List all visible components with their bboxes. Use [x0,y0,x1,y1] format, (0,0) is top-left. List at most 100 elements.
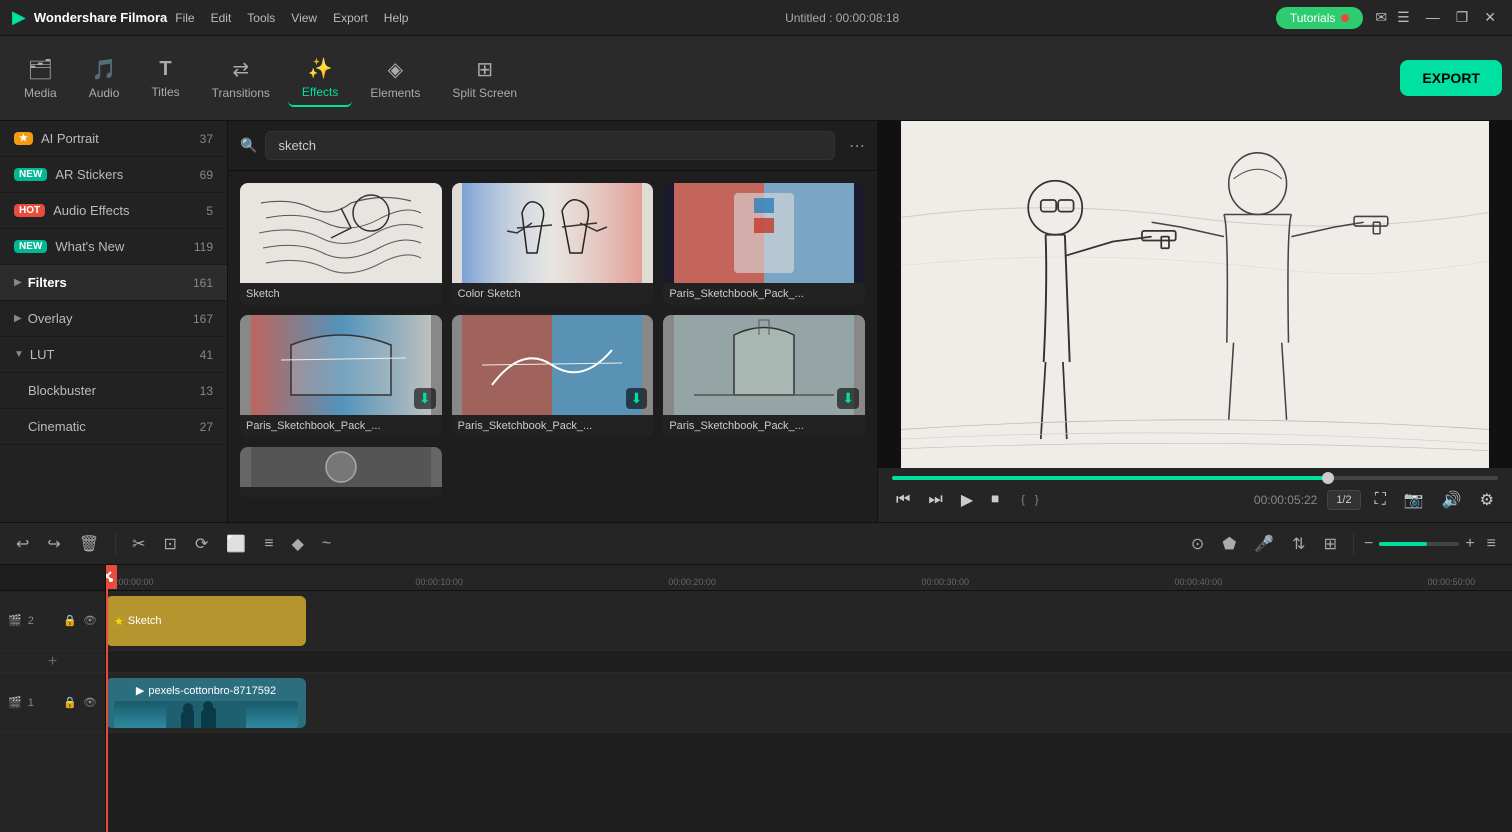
add-track-button[interactable]: + [48,653,57,671]
tutorials-button[interactable]: Tutorials [1276,7,1364,29]
tool-effects[interactable]: ✨ Effects [288,50,352,107]
motion-track-button[interactable]: ⊙ [1185,530,1210,558]
toolbar-separator [115,533,116,555]
cut-button[interactable]: ✂ [126,530,151,558]
tool-titles[interactable]: T Titles [137,52,193,105]
paris4-name: Paris_Sketchbook_Pack_... [663,415,865,437]
grid-toggle-icon[interactable]: ⋯ [849,136,865,156]
stop-button[interactable]: ⏹ [987,487,1003,513]
audio-button[interactable]: 🔊 [1438,486,1466,514]
timeline: ↩ ↪ 🗑 ✂ ⊡ ⟳ ⬜ ≡ ◆ ~ ⊙ ⬟ 🎤 ⇅ ⊞ − + ≡ 🎬 2 [0,522,1512,832]
mask-button[interactable]: ⬟ [1216,530,1242,558]
sidebar-item-whats-new[interactable]: NEW What's New 119 [0,229,227,265]
track1-eye-icon[interactable]: 👁 [83,696,97,709]
effect-card-paris4[interactable]: Paris_Sketchbook_Pack_... ⬇ [663,315,865,437]
effect-card-sketch[interactable]: Sketch [240,183,442,305]
effects-grid: Sketch [228,171,877,509]
menu-edit[interactable]: Edit [211,11,232,25]
play-button[interactable]: ▶ [957,486,977,514]
track2-lock-icon[interactable]: 🔒 [63,614,77,627]
sketch-clip-label: Sketch [128,615,162,627]
pip-button[interactable]: ⊞ [1318,530,1343,558]
screenshot-button[interactable]: 📷 [1400,486,1428,514]
zoom-out-button[interactable]: − [1364,535,1373,553]
transitions-icon: ⇄ [232,57,249,82]
whats-new-label: What's New [55,239,194,254]
progress-bar[interactable] [892,476,1498,480]
redo-button[interactable]: ↪ [41,530,66,558]
menu-help[interactable]: Help [384,11,409,25]
fullscreen-button[interactable]: ⛶ [1371,487,1390,513]
effect-card-paris1[interactable]: Paris_Sketchbook_Pack_... [663,183,865,305]
paris2-thumb [240,315,442,415]
sidebar-item-ar-stickers[interactable]: NEW AR Stickers 69 [0,157,227,193]
audio-track-button[interactable]: ~ [316,531,337,557]
settings-button[interactable]: ⚙ [1476,486,1498,514]
video-play-icon: ▶ [136,684,144,697]
sidebar-item-audio-effects[interactable]: HOT Audio Effects 5 [0,193,227,229]
skip-back-button[interactable]: ⏮ [892,487,914,513]
effect-card-paris2[interactable]: Paris_Sketchbook_Pack_... ⬇ [240,315,442,437]
track1-lock-icon[interactable]: 🔒 [63,696,77,709]
tool-audio[interactable]: 🎵 Audio [75,51,134,106]
ratio-button[interactable]: 1/2 [1327,490,1360,510]
sidebar-item-ai-portrait[interactable]: ★ AI Portrait 37 [0,121,227,157]
menu-icon[interactable]: ☰ [1397,9,1410,26]
zoom-slider[interactable] [1379,542,1459,546]
flip-button[interactable]: ⬜ [220,530,252,558]
sketch-effect-clip[interactable]: ★ Sketch [106,596,306,646]
lut-label: LUT [30,347,200,362]
close-button[interactable]: ✕ [1480,9,1500,26]
minimize-button[interactable]: — [1422,9,1444,26]
playhead [106,565,108,832]
maximize-button[interactable]: ❐ [1452,9,1473,26]
menu-file[interactable]: File [175,11,194,25]
zoom-in-button[interactable]: + [1465,535,1474,553]
rotate-button[interactable]: ⟳ [189,530,214,558]
progress-fill [892,476,1328,480]
lut-arrow-icon: ▼ [14,349,24,360]
audio-detach-button[interactable]: ⇅ [1286,530,1311,558]
ruler-label-spacer [0,565,105,591]
effect-card-color-sketch[interactable]: Color Sketch [452,183,654,305]
video-clip[interactable]: ▶ pexels-cottonbro-8717592 [106,678,306,728]
sidebar-item-overlay[interactable]: ▶ Overlay 167 [0,301,227,337]
record-button[interactable]: 🎤 [1248,530,1280,558]
crop-button[interactable]: ⊡ [158,530,183,558]
step-back-button[interactable]: ⏭ [924,487,946,513]
window-controls[interactable]: — ❐ ✕ [1422,9,1500,26]
playback-right-controls: 00:00:05:22 1/2 ⛶ 📷 🔊 ⚙ [1254,486,1498,514]
export-button[interactable]: EXPORT [1400,60,1502,96]
paris5-name [240,487,442,497]
timeline-settings-button[interactable]: ≡ [1481,531,1502,557]
menu-export[interactable]: Export [333,11,368,25]
search-icon: 🔍 [240,137,257,154]
color-button[interactable]: ◆ [286,530,310,558]
tool-split-screen[interactable]: ⊞ Split Screen [438,51,531,106]
paris2-download-icon: ⬇ [414,388,436,409]
sidebar-item-filters[interactable]: ▶ Filters 161 [0,265,227,301]
undo-button[interactable]: ↩ [10,530,35,558]
sidebar-item-lut[interactable]: ▼ LUT 41 [0,337,227,373]
tool-media[interactable]: 🗂 Media [10,51,71,106]
sidebar-item-cinematic[interactable]: Cinematic 27 [0,409,227,445]
menu-tools[interactable]: Tools [247,11,275,25]
transform-button[interactable]: ≡ [258,531,279,557]
delete-button[interactable]: 🗑 [73,530,105,558]
paris3-name: Paris_Sketchbook_Pack_... [452,415,654,437]
lut-count: 41 [200,348,213,362]
sidebar-item-blockbuster[interactable]: Blockbuster 13 [0,373,227,409]
mail-icon[interactable]: ✉ [1375,9,1387,26]
overlay-label: Overlay [28,311,193,326]
track2-eye-icon[interactable]: 👁 [83,614,97,627]
tool-elements[interactable]: ◈ Elements [356,51,434,106]
menu-bar[interactable]: File Edit Tools View Export Help [175,11,408,25]
effect-card-paris3[interactable]: Paris_Sketchbook_Pack_... ⬇ [452,315,654,437]
menu-view[interactable]: View [291,11,317,25]
search-input[interactable] [265,131,835,160]
effect-card-paris5[interactable] [240,447,442,497]
playback-controls: ⏮ ⏭ ▶ ⏹ { } 00:00:05:22 1/2 ⛶ 📷 🔊 ⚙ [892,486,1498,514]
tool-transitions[interactable]: ⇄ Transitions [198,51,284,106]
tool-titles-label: Titles [151,85,179,99]
tutorials-label: Tutorials [1290,11,1336,25]
